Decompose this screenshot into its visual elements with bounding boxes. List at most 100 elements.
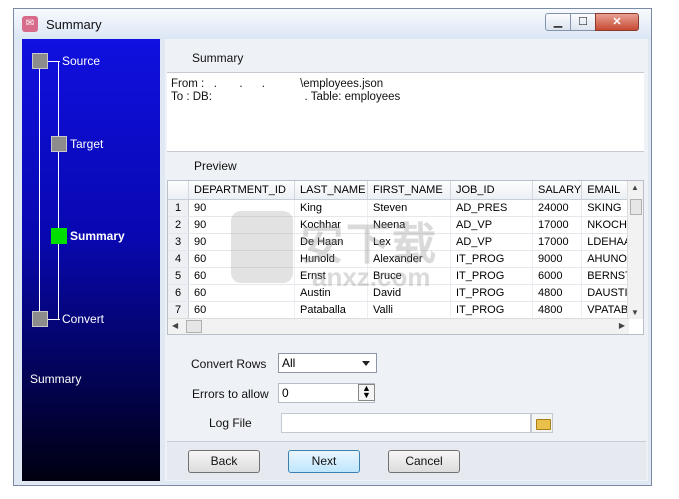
- table-cell[interactable]: IT_PROG: [450, 301, 533, 319]
- table-header-row: DEPARTMENT_ID LAST_NAME FIRST_NAME JOB_I…: [168, 181, 643, 200]
- table-row[interactable]: 7 60 Pataballa Valli IT_PROG 4800 VPATAB…: [168, 301, 643, 319]
- table-cell[interactable]: 60: [188, 301, 295, 319]
- table-cell[interactable]: Lex: [367, 233, 451, 251]
- table-cell[interactable]: 6000: [532, 267, 583, 285]
- column-header[interactable]: LAST_NAME: [294, 181, 368, 200]
- table-cell[interactable]: 90: [188, 233, 295, 251]
- step-marker-convert: [32, 311, 48, 327]
- table-cell[interactable]: Steven: [367, 199, 451, 217]
- table-cell[interactable]: 60: [188, 284, 295, 302]
- scroll-thumb[interactable]: [186, 320, 202, 333]
- table-cell[interactable]: 60: [188, 267, 295, 285]
- log-file-input[interactable]: [281, 413, 531, 433]
- table-cell[interactable]: Neena: [367, 216, 451, 234]
- step-label-convert: Convert: [62, 312, 105, 326]
- table-cell[interactable]: 9000: [532, 250, 583, 268]
- table-cell[interactable]: Valli: [367, 301, 451, 319]
- convert-rows-label: Convert Rows: [191, 357, 267, 371]
- table-cell[interactable]: IT_PROG: [450, 284, 533, 302]
- table-row[interactable]: 1 90 King Steven AD_PRES 24000 SKING: [168, 199, 643, 217]
- row-number: 7: [168, 301, 189, 319]
- row-number-header: [168, 181, 189, 200]
- table-cell[interactable]: AD_VP: [450, 233, 533, 251]
- table-cell[interactable]: IT_PROG: [450, 267, 533, 285]
- row-number: 4: [168, 250, 189, 268]
- row-number: 3: [168, 233, 189, 251]
- summary-title: Summary: [192, 51, 244, 65]
- table-cell[interactable]: Pataballa: [294, 301, 368, 319]
- table-row[interactable]: 3 90 De Haan Lex AD_VP 17000 LDEHAAN: [168, 233, 643, 251]
- scroll-thumb[interactable]: [630, 199, 642, 215]
- table-row[interactable]: 6 60 Austin David IT_PROG 4800 DAUSTIN: [168, 284, 643, 302]
- scroll-down-icon[interactable]: ▼: [631, 308, 639, 317]
- convert-rows-value: All: [282, 356, 296, 370]
- maximize-button[interactable]: ☐: [570, 13, 596, 31]
- table-cell[interactable]: Austin: [294, 284, 368, 302]
- column-header[interactable]: DEPARTMENT_ID: [188, 181, 295, 200]
- cancel-button[interactable]: Cancel: [388, 450, 460, 473]
- table-cell[interactable]: Alexander: [367, 250, 451, 268]
- minimize-button[interactable]: ▁: [545, 13, 571, 31]
- table-cell[interactable]: 24000: [532, 199, 583, 217]
- table-cell[interactable]: AD_PRES: [450, 199, 533, 217]
- browse-button[interactable]: [531, 413, 553, 433]
- spinner-arrows-icon[interactable]: ▲ ▼: [358, 384, 375, 401]
- chevron-down-icon: [362, 361, 370, 366]
- step-tick: [48, 319, 60, 320]
- column-header[interactable]: FIRST_NAME: [367, 181, 451, 200]
- window-title: Summary: [46, 17, 102, 32]
- convert-rows-select[interactable]: All: [278, 353, 377, 373]
- errors-to-allow-label: Errors to allow: [192, 387, 269, 401]
- table-cell[interactable]: 60: [188, 250, 295, 268]
- summary-to-line: To : DB: . Table: employees: [171, 91, 401, 103]
- table-cell[interactable]: David: [367, 284, 451, 302]
- summary-from-line: From : . . . \employees.json: [171, 78, 384, 90]
- column-header[interactable]: SALARY: [532, 181, 583, 200]
- main-panel: Summary From : . . . \employees.json To …: [165, 39, 648, 481]
- step-connector-line: [39, 61, 40, 319]
- sidebar-footer-label: Summary: [30, 372, 82, 386]
- table-row[interactable]: 4 60 Hunold Alexander IT_PROG 9000 AHUNO…: [168, 250, 643, 268]
- horizontal-scrollbar[interactable]: ◀ ▶: [168, 318, 629, 334]
- log-file-label: Log File: [209, 416, 252, 430]
- step-connector-line: [58, 61, 59, 319]
- table-cell[interactable]: Bruce: [367, 267, 451, 285]
- table-cell[interactable]: Ernst: [294, 267, 368, 285]
- row-number: 2: [168, 216, 189, 234]
- folder-icon: [536, 419, 551, 430]
- table-cell[interactable]: AD_VP: [450, 216, 533, 234]
- vertical-scrollbar[interactable]: ▲ ▼: [627, 181, 643, 319]
- table-cell[interactable]: King: [294, 199, 368, 217]
- table-cell[interactable]: De Haan: [294, 233, 368, 251]
- next-button[interactable]: Next: [288, 450, 360, 473]
- table-row[interactable]: 2 90 Kochhar Neena AD_VP 17000 NKOCHH: [168, 216, 643, 234]
- table-cell[interactable]: 90: [188, 216, 295, 234]
- scroll-up-icon[interactable]: ▲: [631, 183, 639, 192]
- table-cell[interactable]: 90: [188, 199, 295, 217]
- row-number: 6: [168, 284, 189, 302]
- table-cell[interactable]: 4800: [532, 301, 583, 319]
- step-label-summary: Summary: [70, 229, 125, 243]
- title-bar[interactable]: ✉ Summary ▁ ☐ ✕: [14, 9, 651, 39]
- scroll-left-icon[interactable]: ◀: [172, 321, 178, 330]
- row-number: 1: [168, 199, 189, 217]
- preview-title: Preview: [194, 159, 237, 173]
- scroll-right-icon[interactable]: ▶: [619, 321, 625, 330]
- table-cell[interactable]: Kochhar: [294, 216, 368, 234]
- close-button[interactable]: ✕: [595, 13, 639, 31]
- table-row[interactable]: 5 60 Ernst Bruce IT_PROG 6000 BERNST: [168, 267, 643, 285]
- step-label-source: Source: [62, 54, 101, 68]
- back-button[interactable]: Back: [188, 450, 260, 473]
- table-cell[interactable]: Hunold: [294, 250, 368, 268]
- table-cell[interactable]: 17000: [532, 233, 583, 251]
- column-header[interactable]: JOB_ID: [450, 181, 533, 200]
- preview-table[interactable]: DEPARTMENT_ID LAST_NAME FIRST_NAME JOB_I…: [167, 180, 644, 335]
- table-cell[interactable]: 17000: [532, 216, 583, 234]
- step-marker-summary: [51, 228, 67, 244]
- step-marker-target: [51, 136, 67, 152]
- app-window: ✉ Summary ▁ ☐ ✕ Source Target Summary Co…: [13, 8, 652, 486]
- table-cell[interactable]: 4800: [532, 284, 583, 302]
- row-number: 5: [168, 267, 189, 285]
- errors-to-allow-value: 0: [282, 386, 289, 400]
- table-cell[interactable]: IT_PROG: [450, 250, 533, 268]
